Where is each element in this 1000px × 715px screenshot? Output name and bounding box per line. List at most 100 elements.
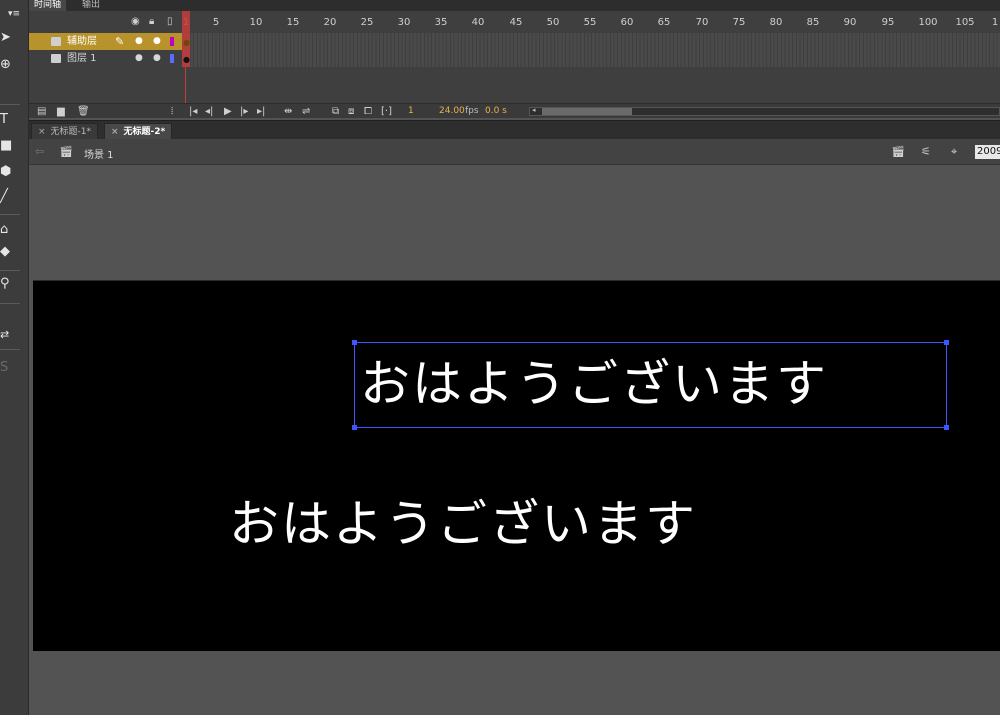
layer-name[interactable]: 图层 1 <box>67 50 97 67</box>
play-icon[interactable]: ▶ <box>224 105 232 118</box>
frame-rate[interactable]: 24.00 <box>439 105 465 118</box>
layer-color-swatch[interactable] <box>170 54 174 63</box>
timeline-panel: ◉ 🔒︎ ▯ 1 5 10 15 20 25 30 35 40 45 50 55… <box>29 11 1000 118</box>
visible-dot[interactable]: ● <box>135 50 143 67</box>
rectangle-tool-icon[interactable]: ■ <box>0 138 14 154</box>
selection-handle[interactable] <box>944 340 949 345</box>
zoom-tool-icon[interactable]: ⚲ <box>0 276 14 292</box>
tab-label: 无标题-1* <box>50 127 92 137</box>
close-icon[interactable]: × <box>111 127 119 137</box>
stage[interactable] <box>33 280 1000 651</box>
toolbar-divider <box>0 349 20 350</box>
back-arrow-icon[interactable]: ⇦ <box>35 145 44 159</box>
layer-color-swatch[interactable] <box>170 37 174 46</box>
ruler-label: 50 <box>546 17 560 28</box>
first-frame-icon[interactable]: |◂ <box>189 105 197 118</box>
fps-unit: fps <box>465 106 479 116</box>
tab-timeline[interactable]: 时间轴 <box>29 0 67 11</box>
last-frame-icon[interactable]: ▸| <box>257 105 265 118</box>
edit-scene-icon[interactable]: 🎬︎ <box>891 145 905 159</box>
layer-icon <box>51 37 61 46</box>
loop-icon[interactable]: ⇹ <box>284 105 292 118</box>
lock-dot[interactable]: ● <box>153 33 161 50</box>
bone-tool-icon[interactable]: ⌂ <box>0 222 14 238</box>
ruler-label: 45 <box>509 17 523 28</box>
new-folder-icon[interactable]: ▆ <box>57 105 65 118</box>
tab-output[interactable]: 输出 <box>77 0 105 11</box>
text-tool-icon[interactable]: T <box>0 112 14 128</box>
frame-ruler[interactable]: 1 5 10 15 20 25 30 35 40 45 50 55 60 65 … <box>182 11 1000 33</box>
center-frame-icon[interactable]: ⇌ <box>302 105 310 118</box>
selection-handle[interactable] <box>352 340 357 345</box>
timeline-panel-tabs: 时间轴 输出 <box>29 0 1000 11</box>
3d-rotation-tool-icon[interactable]: ⊕ <box>0 57 14 73</box>
frames-grid[interactable] <box>182 33 1000 67</box>
toolbar-divider <box>0 303 20 304</box>
selection-handle[interactable] <box>352 425 357 430</box>
swap-colors-icon[interactable]: ⇄ <box>0 327 14 343</box>
toolbar-divider <box>0 214 20 215</box>
ruler-label: 75 <box>732 17 746 28</box>
toolbar-divider <box>0 104 20 105</box>
tools-panel: ▾≡ ➤ ⊕ T ■ ⬢ ╱ ⌂ ◆ ⚲ ⇄ S <box>0 0 29 715</box>
eye-icon[interactable]: ◉ <box>131 15 140 28</box>
keyframe-dot[interactable]: ● <box>183 38 190 47</box>
layer-row-1[interactable]: 图层 1 ● ● <box>29 50 182 67</box>
selection-bounding-box[interactable] <box>352 340 949 430</box>
ruler-label: 10 <box>249 17 263 28</box>
outline-icon[interactable]: ▯ <box>167 15 173 28</box>
ruler-label: 30 <box>397 17 411 28</box>
visible-dot[interactable]: ● <box>135 33 143 50</box>
center-stage-icon[interactable]: ⌖ <box>951 145 957 159</box>
layer-icon <box>51 54 61 63</box>
panel-gripper-icon: ⦙ <box>171 106 174 117</box>
scene-label[interactable]: 场景 1 <box>84 146 114 161</box>
onion-skin-icon[interactable]: ⧉ <box>332 105 339 118</box>
ruler-label: 55 <box>583 17 597 28</box>
layer-name[interactable]: 辅助层 <box>67 33 97 50</box>
prev-frame-icon[interactable]: ◂| <box>205 105 213 118</box>
pencil-icon: ✎ <box>115 35 125 48</box>
edit-bar: ⇦ 🎬︎ 场景 1 🎬︎ ⚟ ⌖ 2009 <box>29 139 1000 165</box>
scroll-left-icon[interactable]: ◂ <box>532 106 536 114</box>
text-field[interactable]: おはようございます <box>229 496 697 552</box>
zoom-field[interactable]: 2009 <box>975 145 1000 159</box>
scene-clapper-icon: 🎬︎ <box>59 145 73 158</box>
current-frame: 1 <box>408 106 414 116</box>
keyframe-dot[interactable]: ● <box>183 55 190 64</box>
ruler-label: 90 <box>843 17 857 28</box>
ruler-label: 40 <box>471 17 485 28</box>
tab-doc-2[interactable]: × 无标题-2* <box>104 123 173 140</box>
line-tool-icon[interactable]: ╱ <box>0 189 14 205</box>
lock-icon[interactable]: 🔒︎ <box>149 15 154 28</box>
ruler-label: 105 <box>955 17 975 28</box>
polystar-tool-icon[interactable]: ⬢ <box>0 164 14 180</box>
ruler-label: 65 <box>657 17 671 28</box>
next-frame-icon[interactable]: |▸ <box>240 105 248 118</box>
ruler-label: 95 <box>881 17 895 28</box>
toolbar-divider <box>0 270 20 271</box>
timeline-scrollbar[interactable]: ◂ <box>529 106 1000 116</box>
edit-symbols-icon[interactable]: ⚟ <box>921 145 931 159</box>
flash-app-window: ▾≡ ➤ ⊕ T ■ ⬢ ╱ ⌂ ◆ ⚲ ⇄ S 时间轴 输出 ◉ 🔒︎ ▯ 1… <box>0 0 1000 715</box>
lock-dot[interactable]: ● <box>153 50 161 67</box>
ruler-label: 70 <box>695 17 709 28</box>
selection-handle[interactable] <box>944 425 949 430</box>
onion-outline-icon[interactable]: ⧈ <box>348 105 354 118</box>
onion-markers-icon[interactable]: [·] <box>381 105 392 118</box>
delete-layer-icon[interactable]: 🗑︎ <box>77 105 90 118</box>
layer-row-guide[interactable]: 辅助层 ✎ ● ● <box>29 33 182 50</box>
ruler-label: 35 <box>434 17 448 28</box>
scrollbar-thumb[interactable] <box>542 108 632 115</box>
selection-tool-icon[interactable]: ➤ <box>0 30 14 46</box>
new-layer-icon[interactable]: ▤ <box>37 105 46 118</box>
ruler-label: 5 <box>212 17 220 28</box>
edit-multiple-icon[interactable]: ⧠ <box>364 105 372 118</box>
ruler-label: 100 <box>918 17 938 28</box>
ruler-label: 80 <box>769 17 783 28</box>
panel-menu-icon[interactable]: ▾≡ <box>8 6 22 22</box>
tab-doc-1[interactable]: × 无标题-1* <box>31 123 99 140</box>
close-icon[interactable]: × <box>38 127 46 137</box>
eraser-tool-icon[interactable]: ◆ <box>0 244 14 260</box>
ruler-label: 20 <box>323 17 337 28</box>
